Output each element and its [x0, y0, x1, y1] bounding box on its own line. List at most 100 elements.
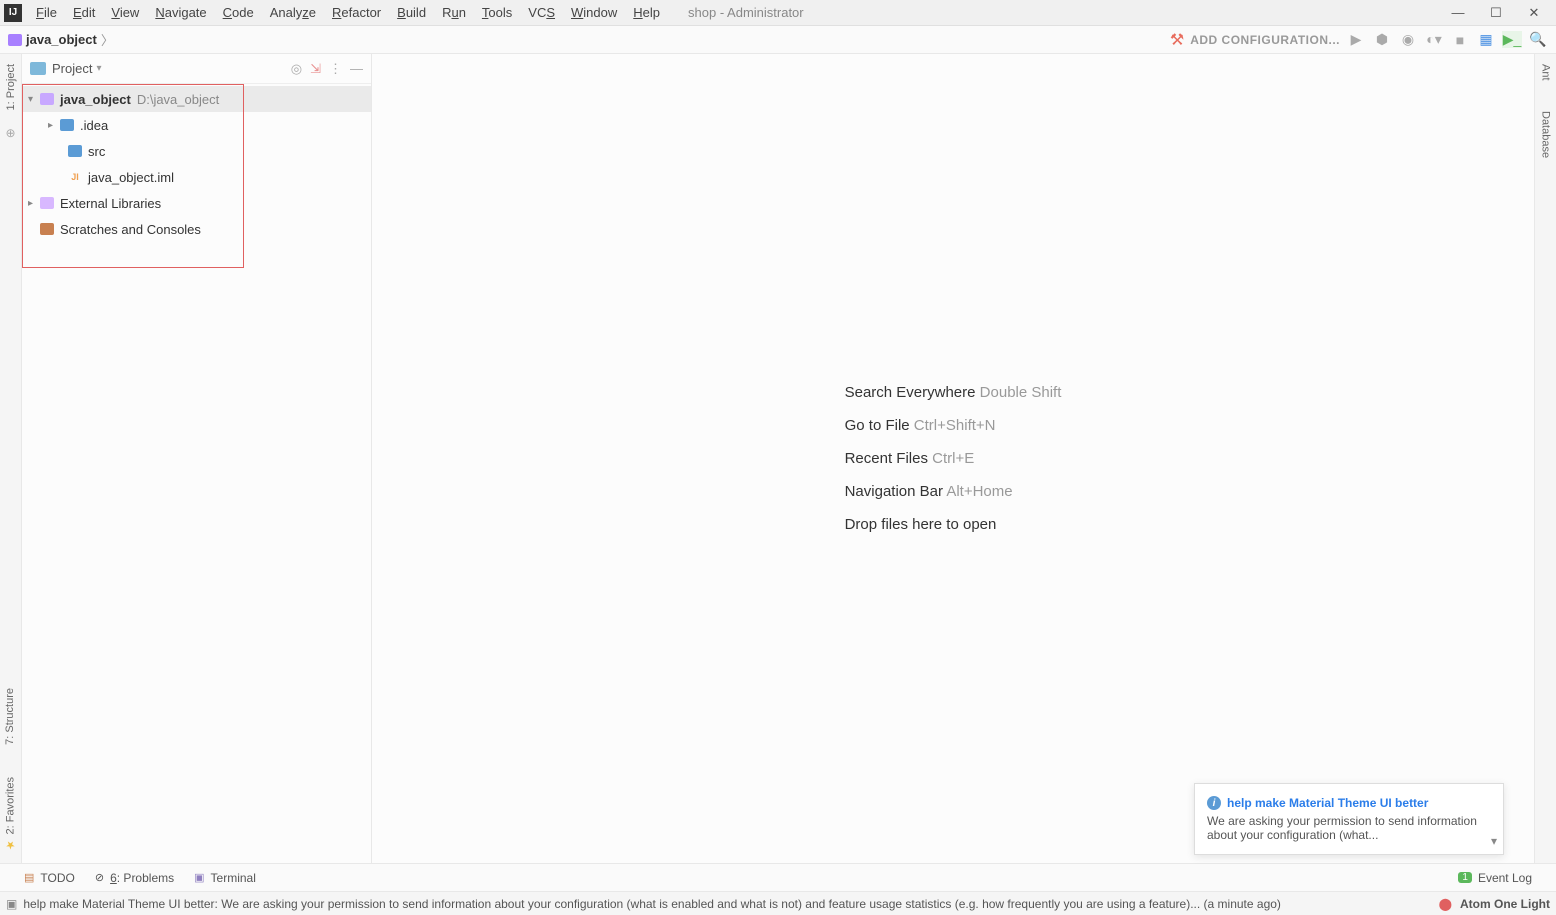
tree-label: src — [88, 144, 105, 159]
coverage-icon[interactable]: ◉ — [1398, 31, 1418, 48]
hide-icon[interactable]: — — [350, 61, 363, 77]
hint-goto-label: Go to File — [845, 417, 910, 434]
left-tool-stripe: 1: Project ⊕ 7: Structure ★2: Favorites — [0, 54, 22, 863]
tree-src-folder[interactable]: src — [22, 138, 371, 164]
settings-icon[interactable]: ⋮ — [329, 61, 342, 77]
status-message: help make Material Theme UI better: We a… — [23, 897, 1281, 911]
terminal-tab[interactable]: ▣Terminal — [194, 871, 256, 885]
info-icon: i — [1207, 796, 1221, 810]
hint-recent-label: Recent Files — [845, 450, 928, 467]
theme-icon[interactable]: ⬤ — [1439, 897, 1452, 911]
tree-label: .idea — [80, 118, 108, 133]
stripe-favorites[interactable]: ★2: Favorites — [4, 771, 17, 857]
hint-nav-key: Alt+Home — [946, 483, 1012, 500]
stripe-globe-icon[interactable]: ⊕ — [5, 126, 15, 140]
window-title: shop - Administrator — [688, 5, 804, 20]
project-panel-title[interactable]: Project — [52, 61, 92, 76]
hint-recent-key: Ctrl+E — [932, 450, 974, 467]
theme-name[interactable]: Atom One Light — [1460, 897, 1550, 911]
tree-label: java_object.iml — [88, 170, 174, 185]
stripe-project[interactable]: 1: Project — [5, 58, 17, 116]
tree-root[interactable]: ▾ java_object D:\java_object — [22, 86, 371, 112]
hint-search-label: Search Everywhere — [845, 384, 976, 401]
debug-icon[interactable]: ⬢ — [1372, 31, 1392, 48]
menu-help[interactable]: Help — [625, 5, 668, 20]
menu-view[interactable]: View — [103, 5, 147, 20]
tree-label: External Libraries — [60, 196, 161, 211]
menu-vcs[interactable]: VCS — [520, 5, 563, 20]
menu-window[interactable]: Window — [563, 5, 625, 20]
tree-label: Scratches and Consoles — [60, 222, 201, 237]
notification-popup: i help make Material Theme UI better We a… — [1194, 783, 1504, 855]
notification-dropdown-icon[interactable]: ▾ — [1491, 834, 1497, 848]
minimize-button[interactable]: — — [1448, 5, 1468, 21]
menu-build[interactable]: Build — [389, 5, 434, 20]
right-tool-stripe: Ant Database — [1534, 54, 1556, 863]
hint-search-key: Double Shift — [980, 384, 1062, 401]
menu-navigate[interactable]: Navigate — [147, 5, 214, 20]
breadcrumb-root: java_object — [26, 32, 97, 47]
todo-tab[interactable]: ▤TODO — [24, 871, 75, 885]
menu-analyze[interactable]: Analyze — [262, 5, 324, 20]
problems-tab[interactable]: ⊘6: Problems — [95, 871, 174, 885]
stop-icon[interactable]: ■ — [1450, 32, 1470, 48]
menu-code[interactable]: Code — [215, 5, 262, 20]
profile-icon[interactable]: ◐▾ — [1424, 31, 1444, 48]
notification-body: We are asking your permission to send in… — [1207, 814, 1491, 842]
folder-icon — [68, 145, 82, 157]
editor-area[interactable]: Search Everywhere Double Shift Go to Fil… — [372, 54, 1534, 863]
project-tree: ▾ java_object D:\java_object ▸ .idea src… — [22, 84, 371, 244]
event-log-tab[interactable]: 1Event Log — [1458, 871, 1532, 885]
search-icon[interactable]: 🔍 — [1528, 31, 1548, 48]
notification-title[interactable]: help make Material Theme UI better — [1227, 796, 1428, 810]
module-icon — [40, 93, 54, 105]
app-icon: IJ — [4, 4, 22, 22]
menu-edit[interactable]: Edit — [65, 5, 103, 20]
event-badge: 1 — [1458, 872, 1472, 883]
status-bar: ▣ help make Material Theme UI better: We… — [0, 891, 1556, 915]
tree-idea-folder[interactable]: ▸ .idea — [22, 112, 371, 138]
tree-external-libraries[interactable]: ▸ External Libraries — [22, 190, 371, 216]
menu-file[interactable]: File — [28, 5, 65, 20]
folder-icon — [8, 34, 22, 46]
tree-path: D:\java_object — [137, 92, 219, 107]
expand-icon[interactable]: ▸ — [48, 120, 60, 131]
folder-icon — [60, 119, 74, 131]
dropdown-icon[interactable]: ▾ — [96, 63, 101, 74]
iml-icon: JI — [68, 170, 82, 184]
terminal-icon[interactable]: ▶_ — [1502, 31, 1522, 48]
hint-nav-label: Navigation Bar — [845, 483, 943, 500]
close-button[interactable]: ✕ — [1524, 5, 1544, 21]
hint-goto-key: Ctrl+Shift+N — [914, 417, 996, 434]
stripe-structure[interactable]: 7: Structure — [4, 682, 16, 751]
stripe-database[interactable]: Database — [1540, 111, 1552, 158]
breadcrumb[interactable]: java_object 〉 — [8, 30, 114, 49]
stripe-ant[interactable]: Ant — [1540, 64, 1552, 81]
maximize-button[interactable]: ☐ — [1486, 5, 1506, 21]
chevron-right-icon: 〉 — [101, 30, 114, 49]
menu-bar: IJ File Edit View Navigate Code Analyze … — [0, 0, 1556, 26]
tree-iml-file[interactable]: JI java_object.iml — [22, 164, 371, 190]
project-panel-header: Project ▾ ◎ ⇲ ⋮ — — [22, 54, 371, 84]
navigation-bar: java_object 〉 ⚒ ADD CONFIGURATION... ▶ ⬢… — [0, 26, 1556, 54]
status-icon[interactable]: ▣ — [6, 897, 17, 911]
menu-tools[interactable]: Tools — [474, 5, 520, 20]
welcome-hints: Search Everywhere Double Shift Go to Fil… — [845, 368, 1062, 549]
menu-refactor[interactable]: Refactor — [324, 5, 389, 20]
hint-drop: Drop files here to open — [845, 516, 997, 533]
expand-icon[interactable]: ▸ — [28, 198, 40, 209]
tree-label: java_object — [60, 92, 131, 107]
collapse-icon[interactable]: ⇲ — [310, 61, 321, 77]
project-panel: Project ▾ ◎ ⇲ ⋮ — ▾ java_object D:\java_… — [22, 54, 372, 863]
library-icon — [40, 197, 54, 209]
expand-icon[interactable]: ▾ — [28, 94, 40, 105]
layout-icon[interactable]: ▦ — [1476, 31, 1496, 48]
build-icon[interactable]: ⚒ — [1170, 30, 1184, 50]
run-icon[interactable]: ▶ — [1346, 31, 1366, 48]
menu-run[interactable]: Run — [434, 5, 474, 20]
tree-scratches[interactable]: Scratches and Consoles — [22, 216, 371, 242]
folder-icon — [30, 62, 46, 75]
scratch-icon — [40, 223, 54, 235]
target-icon[interactable]: ◎ — [291, 61, 302, 77]
add-configuration-button[interactable]: ADD CONFIGURATION... — [1190, 33, 1340, 47]
